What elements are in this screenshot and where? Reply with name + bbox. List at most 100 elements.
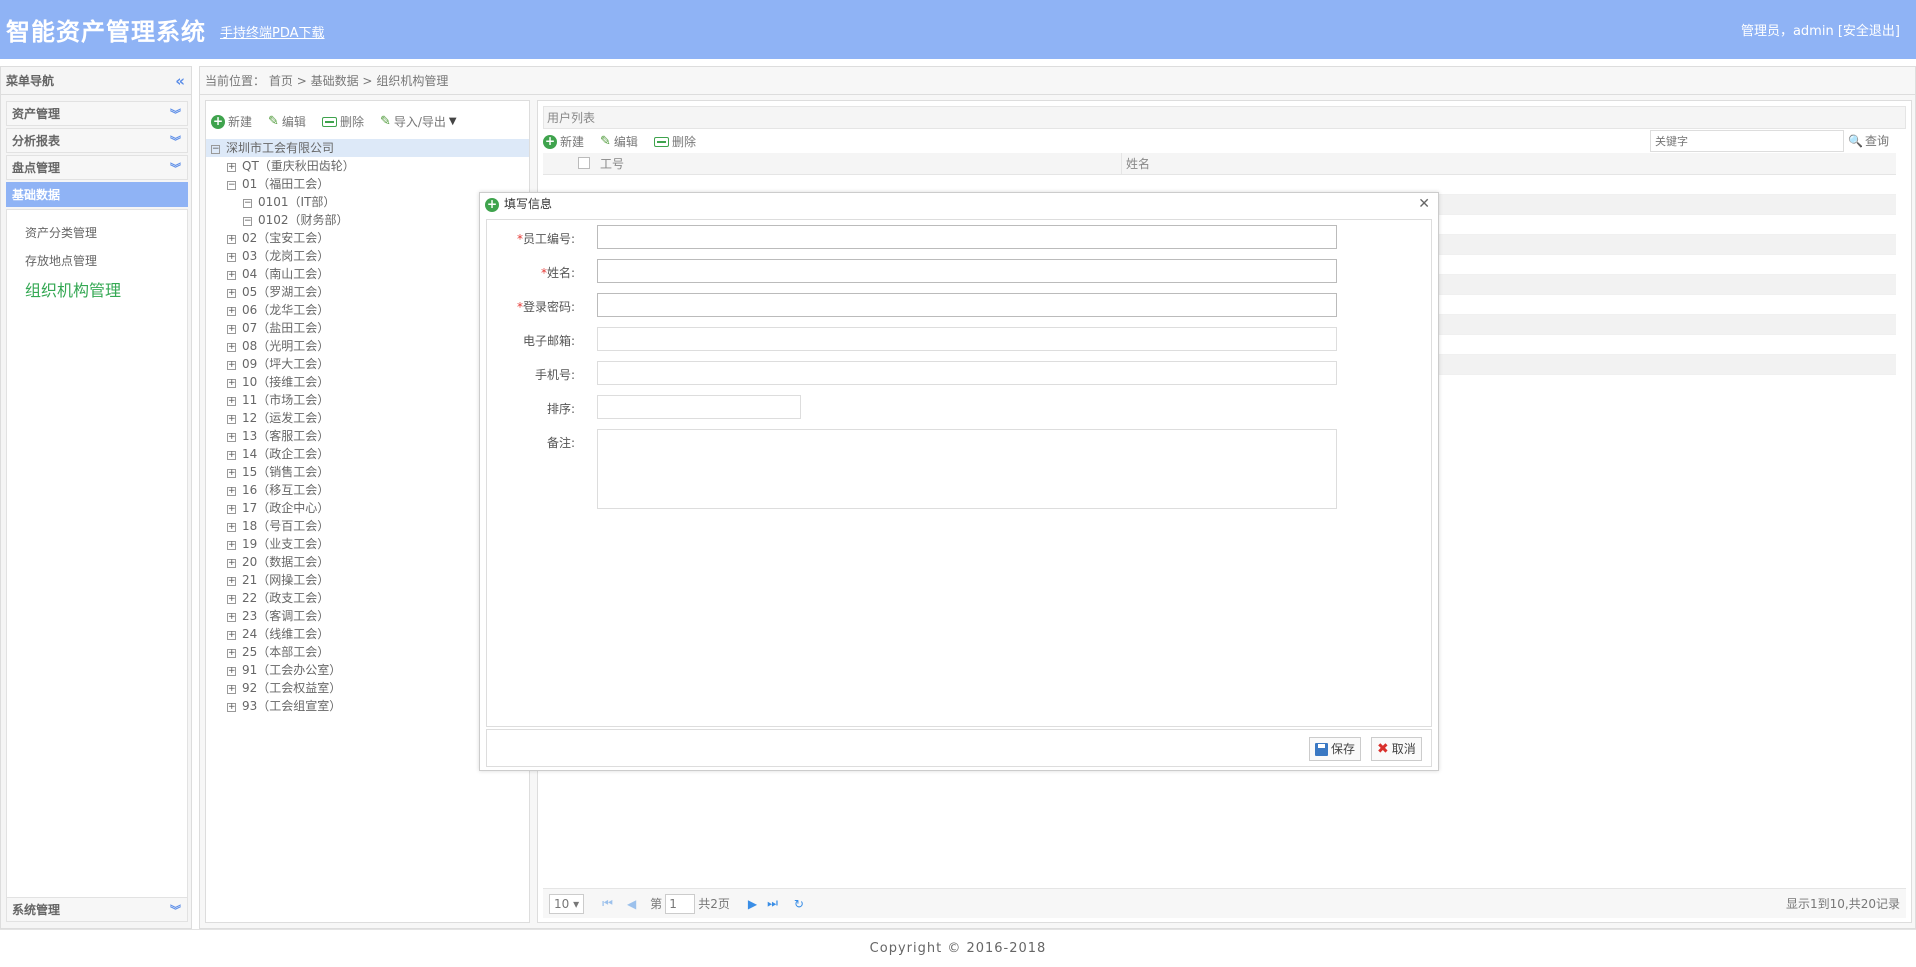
- expand-node-icon[interactable]: +: [227, 487, 236, 496]
- user-name: 管理员，admin: [1740, 24, 1838, 39]
- menu-section-basic-data[interactable]: 基础数据: [6, 182, 188, 207]
- breadcrumb-basic-data[interactable]: 基础数据: [311, 74, 359, 88]
- last-page-icon[interactable]: ⏭: [767, 896, 778, 911]
- expand-node-icon[interactable]: +: [227, 613, 236, 622]
- top-header: 智能资产管理系统 手持终端PDA下载 管理员，admin [安全退出]: [0, 0, 1916, 59]
- page-size-select[interactable]: 10 ▾: [549, 893, 585, 914]
- expand-node-icon[interactable]: +: [227, 379, 236, 388]
- user-delete-button[interactable]: 删除: [653, 133, 696, 150]
- expand-node-icon[interactable]: +: [227, 667, 236, 676]
- pda-download-link[interactable]: 手持终端PDA下载: [220, 22, 325, 41]
- sidebar-header: 菜单导航 «: [1, 67, 191, 95]
- form-row-sort: 排序:: [487, 395, 1433, 420]
- cancel-button[interactable]: ✖ 取消: [1371, 737, 1422, 761]
- tree-new-button[interactable]: + 新建: [211, 113, 252, 130]
- user-edit-button[interactable]: ✎ 编辑: [600, 133, 638, 150]
- menu-section-inventory[interactable]: 盘点管理 ︾: [6, 155, 188, 180]
- expand-node-icon[interactable]: +: [227, 685, 236, 694]
- expand-node-icon[interactable]: +: [227, 559, 236, 568]
- button-label: 编辑: [613, 135, 638, 149]
- tree-node[interactable]: −01（福田工会）: [206, 175, 529, 193]
- expand-node-icon[interactable]: +: [227, 523, 236, 532]
- select-all-checkbox[interactable]: [578, 157, 590, 169]
- expand-node-icon[interactable]: +: [227, 361, 236, 370]
- menu-section-report[interactable]: 分析报表 ︾: [6, 128, 188, 153]
- user-info: 管理员，admin [安全退出]: [1741, 20, 1900, 39]
- menu-section-system[interactable]: 系统管理 ︾: [6, 897, 188, 922]
- tree-node-label: 92（工会权益室）: [242, 681, 342, 695]
- save-button[interactable]: 保存: [1309, 737, 1362, 761]
- user-new-button[interactable]: + 新建: [543, 133, 584, 150]
- keyword-search-input[interactable]: [1650, 130, 1844, 152]
- expand-node-icon[interactable]: +: [227, 235, 236, 244]
- collapse-node-icon[interactable]: −: [227, 181, 236, 190]
- name-field[interactable]: [597, 259, 1337, 283]
- tree-node[interactable]: − 深圳市工会有限公司: [206, 139, 529, 157]
- collapse-sidebar-icon[interactable]: «: [175, 67, 185, 95]
- logout-link[interactable]: [安全退出]: [1838, 24, 1900, 39]
- sub-menu-organization[interactable]: 组织机构管理: [25, 277, 121, 301]
- menu-section-label: 盘点管理: [12, 161, 61, 175]
- breadcrumb-home[interactable]: 首页: [269, 74, 293, 88]
- field-label: *姓名:: [541, 264, 575, 281]
- expand-node-icon[interactable]: +: [227, 433, 236, 442]
- expand-node-icon[interactable]: +: [227, 505, 236, 514]
- search-button[interactable]: 🔍 查询: [1848, 130, 1902, 152]
- next-page-icon[interactable]: ▶: [748, 897, 757, 911]
- field-label-text: 姓名:: [546, 266, 575, 280]
- dialog-title-bar[interactable]: + 填写信息 ✕: [480, 193, 1438, 216]
- tree-import-export-button[interactable]: ✎ 导入/导出 ▼: [380, 113, 457, 130]
- sort-order-field[interactable]: [597, 395, 801, 419]
- expand-node-icon[interactable]: +: [227, 703, 236, 712]
- tree-edit-button[interactable]: ✎ 编辑: [268, 113, 306, 130]
- expand-node-icon[interactable]: +: [227, 253, 236, 262]
- collapse-node-icon[interactable]: −: [211, 145, 220, 154]
- expand-node-icon[interactable]: +: [227, 541, 236, 550]
- expand-node-icon[interactable]: +: [227, 343, 236, 352]
- expand-node-icon[interactable]: +: [227, 469, 236, 478]
- expand-node-icon[interactable]: +: [227, 631, 236, 640]
- dialog-title: 填写信息: [504, 197, 553, 211]
- tree-toolbar: + 新建 ✎ 编辑 删除 ✎ 导入/导出 ▼: [211, 113, 457, 130]
- expand-node-icon[interactable]: +: [227, 325, 236, 334]
- menu-section-label: 分析报表: [12, 134, 61, 148]
- current-page-input[interactable]: 1: [665, 893, 696, 914]
- sub-menu-asset-category[interactable]: 资产分类管理: [25, 224, 97, 241]
- password-field[interactable]: [597, 293, 1337, 317]
- button-label: 编辑: [281, 115, 306, 129]
- sub-menu-storage-location[interactable]: 存放地点管理: [25, 252, 97, 269]
- tree-delete-button[interactable]: 删除: [321, 113, 364, 130]
- expand-node-icon[interactable]: +: [227, 271, 236, 280]
- expand-node-icon[interactable]: +: [227, 649, 236, 658]
- expand-node-icon[interactable]: +: [227, 595, 236, 604]
- expand-node-icon[interactable]: +: [227, 415, 236, 424]
- expand-node-icon[interactable]: +: [227, 289, 236, 298]
- email-field[interactable]: [597, 327, 1337, 351]
- chevron-down-icon: ︾: [170, 108, 181, 121]
- expand-node-icon[interactable]: +: [227, 397, 236, 406]
- expand-node-icon[interactable]: +: [227, 307, 236, 316]
- remark-field[interactable]: [597, 429, 1337, 509]
- column-header-id[interactable]: 工号: [600, 153, 624, 175]
- expand-node-icon[interactable]: +: [227, 163, 236, 172]
- tree-node[interactable]: + QT（重庆秋田齿轮）: [206, 157, 529, 175]
- menu-section-label: 资产管理: [12, 107, 61, 121]
- column-divider: [1121, 153, 1122, 175]
- first-page-icon[interactable]: ⏮: [602, 896, 613, 911]
- collapse-node-icon[interactable]: −: [243, 199, 252, 208]
- column-header-name[interactable]: 姓名: [1126, 153, 1150, 175]
- phone-field[interactable]: [597, 361, 1337, 385]
- menu-section-asset[interactable]: 资产管理 ︾: [6, 101, 188, 126]
- expand-node-icon[interactable]: +: [227, 577, 236, 586]
- refresh-icon[interactable]: ↻: [794, 897, 804, 911]
- breadcrumb: 当前位置： 首页 > 基础数据 > 组织机构管理: [200, 67, 1915, 95]
- search-icon: 🔍: [1848, 134, 1863, 148]
- expand-node-icon[interactable]: +: [227, 451, 236, 460]
- close-icon[interactable]: ✕: [1418, 193, 1430, 216]
- employee-id-field[interactable]: [597, 225, 1337, 249]
- dialog-footer: 保存 ✖ 取消: [486, 729, 1432, 767]
- collapse-node-icon[interactable]: −: [243, 217, 252, 226]
- prev-page-icon[interactable]: ◀: [627, 897, 636, 911]
- tree-node-label: 05（罗湖工会）: [242, 285, 330, 299]
- add-icon: +: [485, 197, 499, 212]
